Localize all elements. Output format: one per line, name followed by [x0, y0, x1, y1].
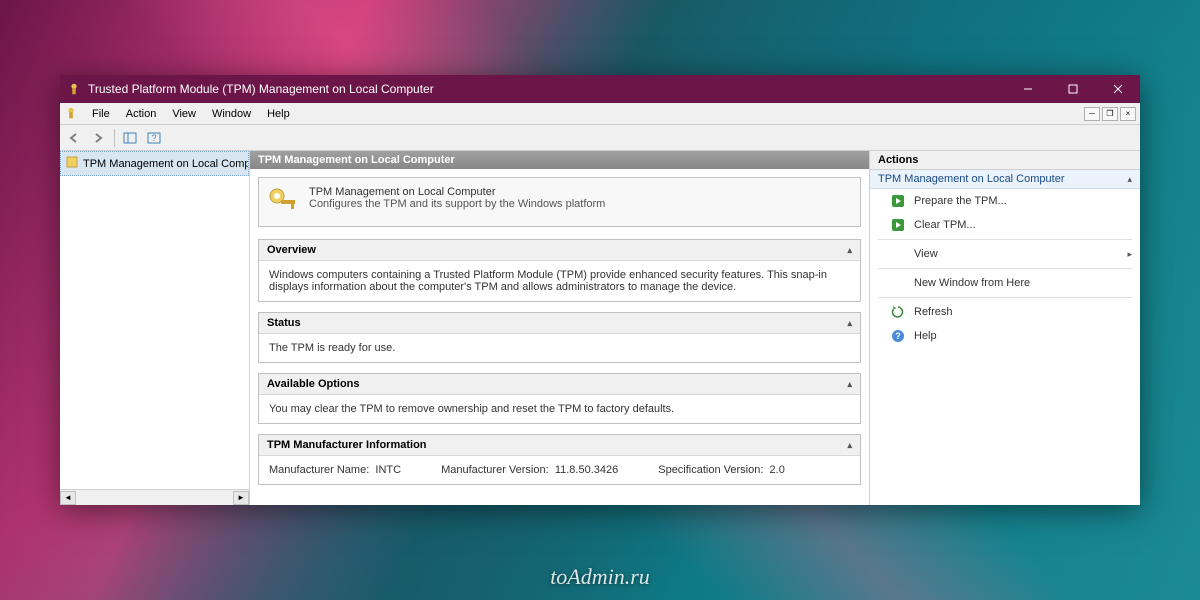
overview-header[interactable]: Overview ▴ [259, 240, 860, 261]
overview-title: Overview [267, 244, 316, 256]
mfr-version-value: 11.8.50.3426 [555, 464, 618, 476]
action-help-label: Help [914, 330, 937, 342]
main-pane-header: TPM Management on Local Computer [250, 151, 869, 169]
action-clear-tpm[interactable]: Clear TPM... [870, 213, 1140, 237]
watermark: toAdmin.ru [550, 564, 650, 590]
close-button[interactable] [1095, 75, 1140, 103]
toolbar-separator [114, 129, 115, 147]
svg-text:?: ? [895, 331, 901, 341]
tree-horizontal-scrollbar[interactable]: ◄ ► [60, 489, 249, 505]
collapse-icon: ▴ [847, 245, 852, 256]
actions-subtitle-label: TPM Management on Local Computer [878, 173, 1064, 185]
collapse-icon: ▴ [847, 440, 852, 451]
menu-help[interactable]: Help [259, 106, 298, 122]
blank-icon [890, 246, 906, 262]
actions-separator [878, 239, 1132, 240]
submenu-arrow-icon: ▸ [1127, 249, 1132, 260]
collapse-icon: ▴ [847, 379, 852, 390]
overview-body: Windows computers containing a Trusted P… [259, 261, 860, 301]
forward-button[interactable] [88, 128, 110, 148]
collapse-icon: ▴ [1127, 174, 1132, 185]
actions-title: Actions [870, 151, 1140, 170]
manufacturer-header[interactable]: TPM Manufacturer Information ▴ [259, 435, 860, 456]
spec-version-label: Specification Version: [658, 464, 763, 476]
actions-pane: Actions TPM Management on Local Computer… [870, 151, 1140, 505]
actions-separator [878, 268, 1132, 269]
tpm-key-icon [267, 186, 299, 218]
options-header[interactable]: Available Options ▴ [259, 374, 860, 395]
help-icon: ? [890, 328, 906, 344]
main-pane: TPM Management on Local Computer TPM Man… [250, 151, 870, 505]
maximize-button[interactable] [1050, 75, 1095, 103]
menu-view[interactable]: View [164, 106, 204, 122]
collapse-icon: ▴ [847, 318, 852, 329]
spec-version-value: 2.0 [770, 464, 785, 476]
scroll-left-icon[interactable]: ◄ [60, 491, 76, 505]
menu-file[interactable]: File [84, 106, 118, 122]
content-area: TPM Management on Local Comp ◄ ► TPM Man… [60, 151, 1140, 505]
titlebar[interactable]: Trusted Platform Module (TPM) Management… [60, 75, 1140, 103]
tpm-chip-icon [65, 155, 79, 172]
status-body: The TPM is ready for use. [259, 334, 860, 362]
arrow-right-green-icon [890, 193, 906, 209]
actions-separator [878, 297, 1132, 298]
tree-pane: TPM Management on Local Comp ◄ ► [60, 151, 250, 505]
show-hide-tree-button[interactable] [119, 128, 141, 148]
manufacturer-row: Manufacturer Name: INTC Manufacturer Ver… [269, 464, 850, 476]
manufacturer-title: TPM Manufacturer Information [267, 439, 427, 451]
action-help[interactable]: ? Help [870, 324, 1140, 348]
blank-icon [890, 275, 906, 291]
tree-root-label: TPM Management on Local Comp [83, 158, 249, 170]
menu-window[interactable]: Window [204, 106, 259, 122]
action-clear-label: Clear TPM... [914, 219, 976, 231]
status-header[interactable]: Status ▴ [259, 313, 860, 334]
scroll-right-icon[interactable]: ► [233, 491, 249, 505]
status-title: Status [267, 317, 301, 329]
menubar-app-icon [64, 106, 80, 122]
intro-subtitle: Configures the TPM and its support by th… [309, 198, 605, 210]
window-title: Trusted Platform Module (TPM) Management… [88, 82, 1005, 96]
action-prepare-tpm[interactable]: Prepare the TPM... [870, 189, 1140, 213]
help-button[interactable]: ? [143, 128, 165, 148]
window-controls [1005, 75, 1140, 103]
svg-text:?: ? [151, 133, 156, 143]
refresh-icon [890, 304, 906, 320]
action-prepare-label: Prepare the TPM... [914, 195, 1007, 207]
intro-title: TPM Management on Local Computer [309, 186, 605, 198]
overview-section: Overview ▴ Windows computers containing … [258, 239, 861, 302]
action-view-label: View [914, 248, 938, 260]
options-title: Available Options [267, 378, 360, 390]
actions-subtitle[interactable]: TPM Management on Local Computer ▴ [870, 170, 1140, 189]
action-refresh-label: Refresh [914, 306, 953, 318]
options-body: You may clear the TPM to remove ownershi… [259, 395, 860, 423]
tree-root-item[interactable]: TPM Management on Local Comp [60, 151, 249, 176]
mdi-restore-icon[interactable]: ❐ [1102, 107, 1118, 121]
mfr-version-label: Manufacturer Version: [441, 464, 549, 476]
mfr-name-label: Manufacturer Name: [269, 464, 369, 476]
mdi-close-icon[interactable]: × [1120, 107, 1136, 121]
action-new-window[interactable]: New Window from Here [870, 271, 1140, 295]
status-section: Status ▴ The TPM is ready for use. [258, 312, 861, 363]
arrow-right-green-icon [890, 217, 906, 233]
manufacturer-section: TPM Manufacturer Information ▴ Manufactu… [258, 434, 861, 485]
mdi-minimize-icon[interactable]: ─ [1084, 107, 1100, 121]
action-view[interactable]: View ▸ [870, 242, 1140, 266]
minimize-button[interactable] [1005, 75, 1050, 103]
toolbar: ? [60, 125, 1140, 151]
action-refresh[interactable]: Refresh [870, 300, 1140, 324]
menu-action[interactable]: Action [118, 106, 165, 122]
intro-box: TPM Management on Local Computer Configu… [258, 177, 861, 227]
tpm-management-window: Trusted Platform Module (TPM) Management… [60, 75, 1140, 505]
menubar: File Action View Window Help ─ ❐ × [60, 103, 1140, 125]
mfr-name-value: INTC [375, 464, 401, 476]
options-section: Available Options ▴ You may clear the TP… [258, 373, 861, 424]
action-new-window-label: New Window from Here [914, 277, 1030, 289]
back-button[interactable] [64, 128, 86, 148]
app-icon [66, 81, 82, 97]
